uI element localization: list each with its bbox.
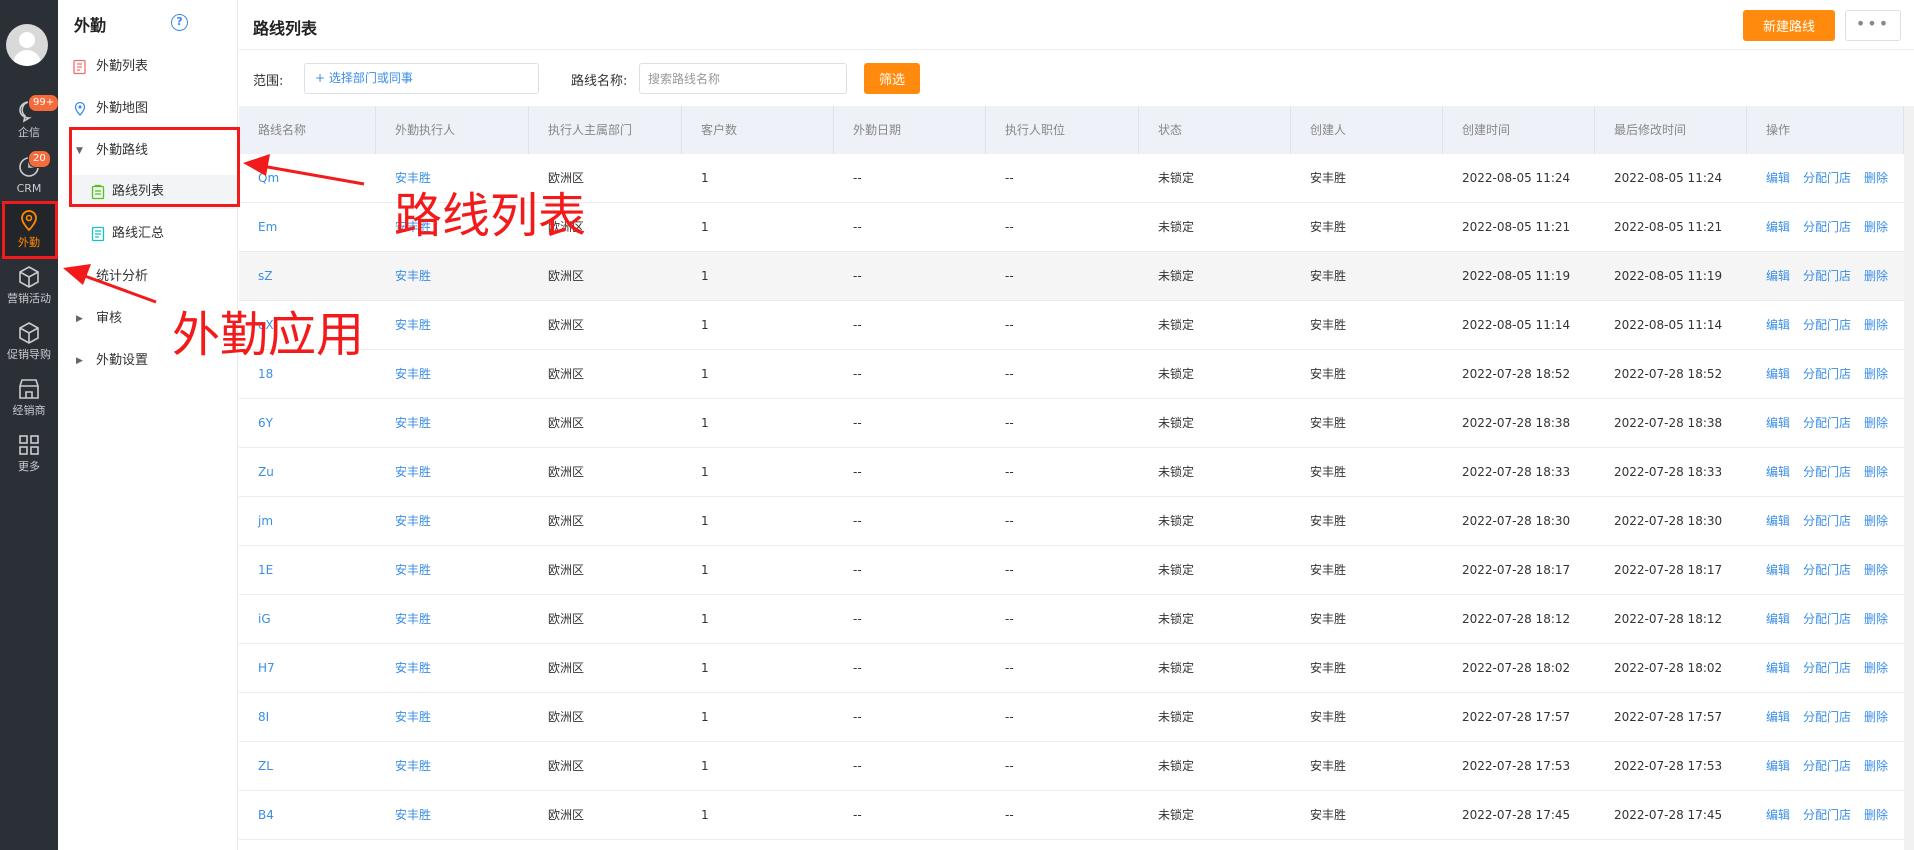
arrow-head [243, 154, 270, 176]
arrow-to-field-app [81, 273, 157, 304]
arrow-head [63, 264, 91, 285]
arrow-to-route-menu [261, 164, 365, 186]
annotation-arrows [63, 154, 365, 304]
